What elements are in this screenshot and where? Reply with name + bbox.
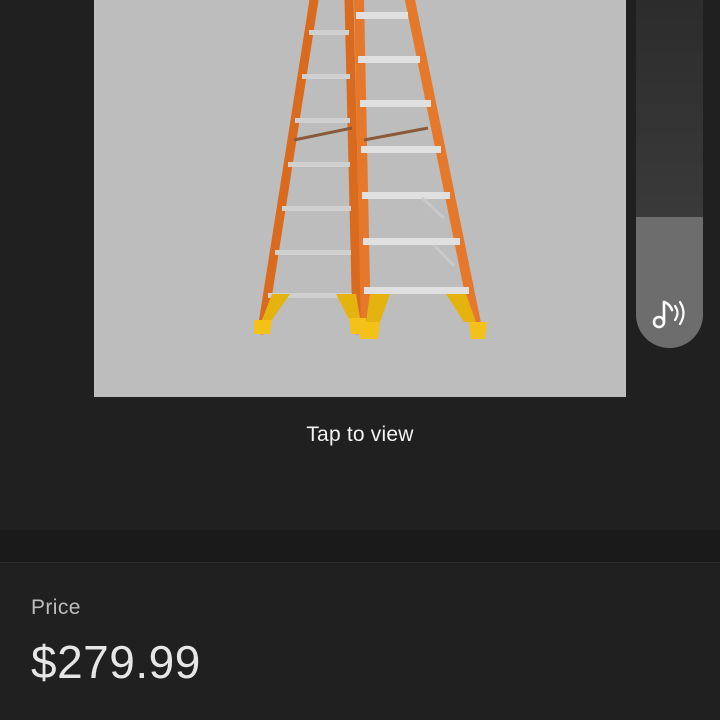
product-image[interactable] [94, 0, 626, 397]
audio-button[interactable] [648, 292, 692, 336]
price-card: Price $279.99 [0, 562, 720, 720]
section-divider [0, 530, 720, 562]
price-label: Price [31, 596, 81, 619]
music-note-audio-icon [652, 300, 685, 329]
ladder-image-icon [254, 0, 487, 339]
tap-to-view-label[interactable]: Tap to view [0, 423, 720, 447]
screen: Tap to view Price $279.99 [0, 0, 720, 720]
side-panel-top [636, 0, 703, 217]
product-image-card[interactable]: Tap to view [0, 0, 720, 531]
price-value: $279.99 [31, 636, 201, 688]
